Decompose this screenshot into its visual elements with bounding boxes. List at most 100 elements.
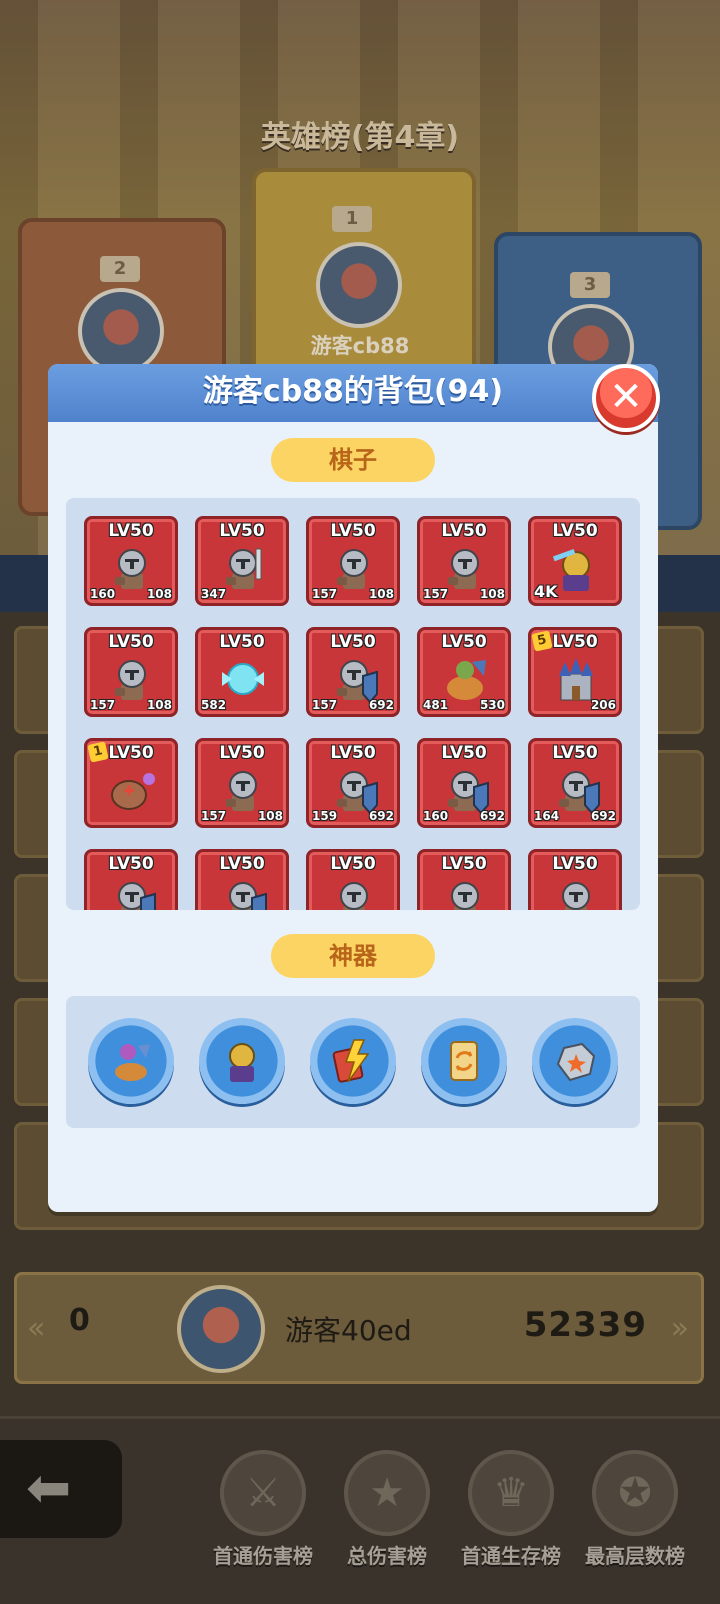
piece-stat-right: 108 [479,587,505,601]
piece-card[interactable]: LV50 481 530 [417,627,511,717]
star-count-badge: 5 [531,630,553,652]
piece-stat-left: 4K [534,582,558,601]
piece-stat-left: 157 [312,587,338,601]
tab-label: 首通伤害榜 [213,1544,313,1568]
piece-level: LV50 [441,521,487,541]
piece-stat-left: 160 [90,587,116,601]
back-button[interactable]: ⬅ [0,1440,122,1538]
rank-2-badge: 2 [100,256,140,282]
piece-card[interactable]: LV50 157 108 [306,516,400,606]
artifacts-panel [66,996,640,1128]
rank-1-avatar [316,242,402,328]
knight-hammer-icon [337,549,368,589]
artifact-slot[interactable] [532,1018,618,1104]
crown-shield-icon: ♛ [468,1450,554,1536]
piece-level: LV50 [108,632,154,652]
close-icon: ✕ [609,374,643,420]
piece-stat-left: 164 [534,809,560,823]
artifacts-section-label: 神器 [271,934,435,978]
piece-stat-right: 692 [479,809,505,823]
pieces-grid[interactable]: LV50 160 108 LV50 347 LV50 157 108 LV50 157 108 LV5… [66,498,640,910]
my-avatar [177,1285,265,1373]
tab-label: 最高层数榜 [585,1544,685,1568]
archer-dragon-icon [115,1044,150,1081]
tab-first-clear-survival[interactable]: ♛ 首通生存榜 [446,1440,576,1590]
piece-card[interactable]: LV50 157 108 [195,738,289,828]
piece-level: LV50 [441,743,487,763]
knight-shield-icon [337,771,378,815]
rank-3-badge: 3 [570,272,610,298]
piece-level: LV50 [330,743,376,763]
piece-stat-right: 530 [479,698,505,712]
rank-1-badge: 1 [332,206,372,232]
piece-level: LV50 [219,632,265,652]
piece-card[interactable]: LV50 157 108 [417,516,511,606]
artifact-slot[interactable] [199,1018,285,1104]
artifact-slot[interactable] [88,1018,174,1104]
piece-card[interactable]: LV50 157 108 [84,627,178,717]
swords-icon: ⚔ [220,1450,306,1536]
piece-card[interactable]: LV50 [195,849,289,910]
leaderboard-title: 英雄榜(第4章) [260,120,460,155]
piece-card[interactable]: LV50 157 692 [306,627,400,717]
piece-level: LV50 [552,521,598,541]
piece-card[interactable]: LV50 [528,849,622,910]
piece-card[interactable]: LV50 4K [528,516,622,606]
knight-hammer-icon [226,771,257,811]
piece-card[interactable]: LV50 160 692 [417,738,511,828]
piece-stat-left: 157 [312,698,338,712]
spark-stone-icon [556,1042,596,1082]
piece-card[interactable]: LV50 159 692 [306,738,400,828]
chevron-left-icon: « [27,1311,46,1346]
knight-shield-icon [448,771,489,815]
piece-level: LV50 [108,854,154,874]
piece-level: LV50 [552,743,598,763]
piece-stat-right: 108 [146,698,172,712]
piece-card[interactable]: LV50 164 692 [528,738,622,828]
ice-spirit-icon [222,663,264,695]
knight-hammer-icon [340,882,368,910]
my-rank-row[interactable]: « 0 游客40ed 52339 » [14,1272,704,1384]
piece-stat-right: 108 [257,809,283,823]
piece-card[interactable]: LV50 [306,849,400,910]
piece-stat-left: 160 [423,809,449,823]
piece-stat-right: 692 [368,809,394,823]
knight-sword-icon [226,548,262,589]
piece-card[interactable]: LV50 582 [195,627,289,717]
tab-highest-floor[interactable]: ✪ 最高层数榜 [570,1440,700,1590]
piece-level: LV50 [441,632,487,652]
piece-level: LV50 [330,854,376,874]
tab-total-damage[interactable]: ★ 总伤害榜 [322,1440,452,1590]
chevron-right-icon: » [670,1311,689,1346]
tab-label: 总伤害榜 [347,1544,427,1568]
piece-level: LV50 [219,854,265,874]
piece-card[interactable]: LV50 347 [195,516,289,606]
knight-hammer-icon [451,882,479,910]
tab-label: 首通生存榜 [461,1544,561,1568]
knight-hammer-icon [115,660,146,700]
tab-first-clear-damage[interactable]: ⚔ 首通伤害榜 [198,1440,328,1590]
piece-card[interactable]: LV50 [84,849,178,910]
piece-level: LV50 [441,854,487,874]
potion-bag-icon [111,773,155,810]
artifact-slot[interactable] [310,1018,396,1104]
piece-card[interactable]: LV50 160 108 [84,516,178,606]
close-button[interactable]: ✕ [592,364,660,432]
piece-level: LV50 [108,521,154,541]
piece-stat-right: 692 [368,698,394,712]
refresh-card-icon [450,1041,478,1081]
golden-paladin-icon [229,1043,255,1082]
piece-card[interactable]: LV50 [417,849,511,910]
piece-card[interactable]: LV50 5 206 [528,627,622,717]
knight-hammer-icon [115,549,146,589]
star-flag-icon: ✪ [592,1450,678,1536]
piece-stat-right: 108 [368,587,394,601]
artifact-slot[interactable] [421,1018,507,1104]
knight-shield-icon [229,882,267,910]
piece-card[interactable]: LV50 1 [84,738,178,828]
castle-icon [559,658,593,701]
backpack-modal: 游客cb88的背包(94) ✕ 棋子 LV50 160 108 LV50 347 LV50… [48,364,660,1212]
pieces-section-label: 棋子 [271,438,435,482]
knight-shield-icon [559,771,600,815]
arrow-left-icon: ⬅ [26,1456,72,1519]
